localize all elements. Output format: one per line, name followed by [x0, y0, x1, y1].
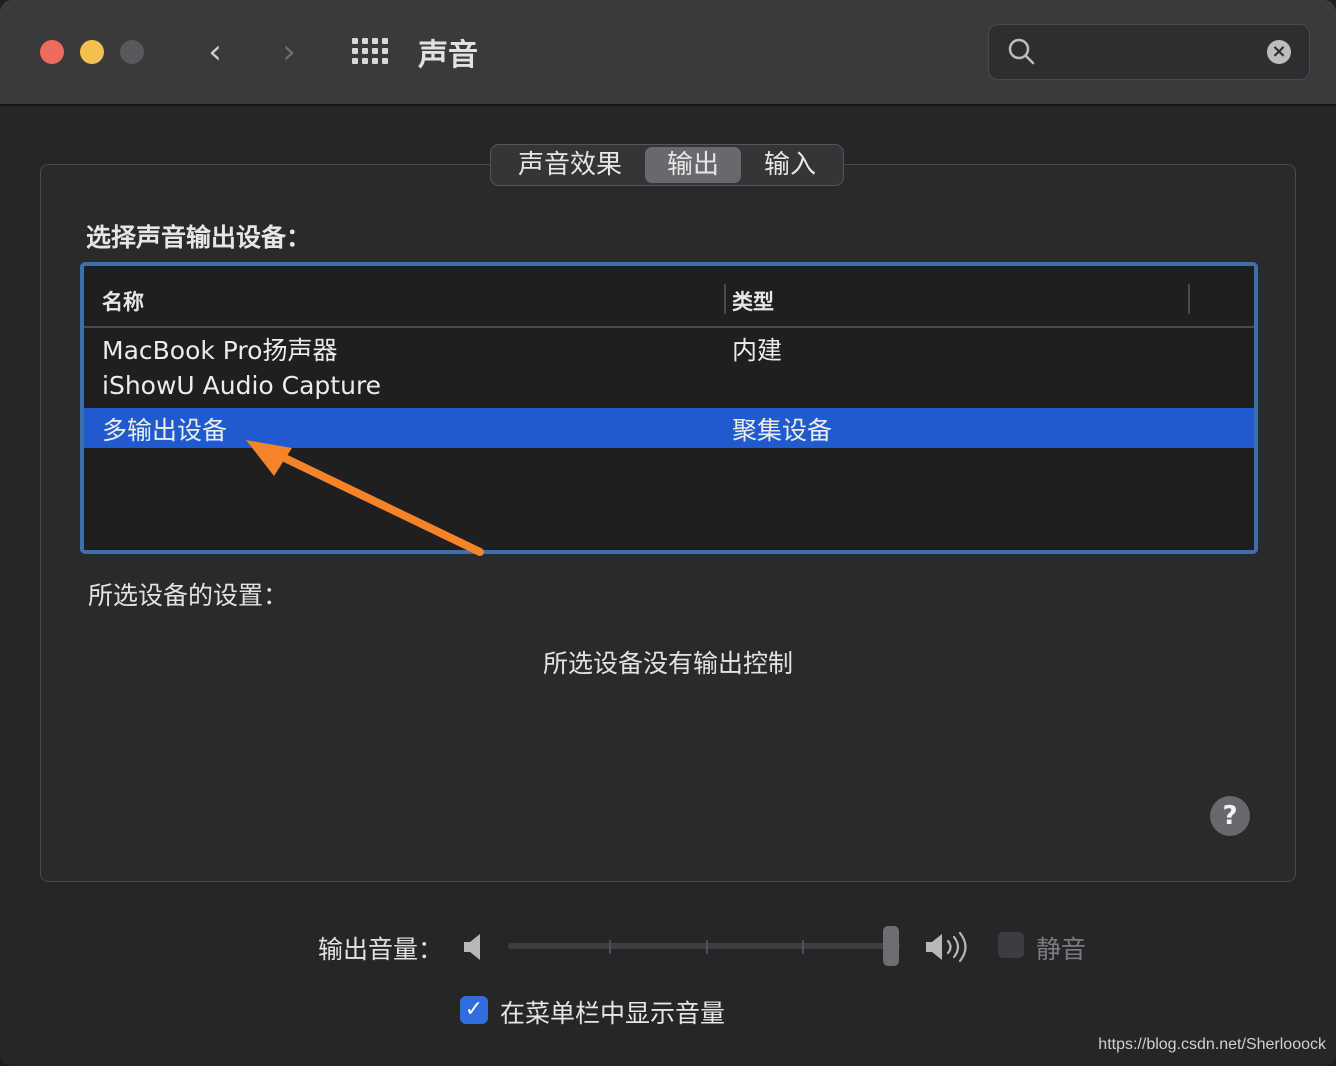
- show-volume-in-menubar-checkbox[interactable]: ✓: [460, 996, 488, 1024]
- column-header-type[interactable]: 类型: [732, 286, 774, 316]
- search-field[interactable]: ×: [988, 24, 1310, 80]
- device-name-cell: 多输出设备: [102, 416, 228, 445]
- selected-device-settings-label: 所选设备的设置：: [88, 581, 289, 610]
- device-type-cell: 内建: [732, 336, 783, 365]
- chevron-left-icon[interactable]: ‹: [200, 32, 230, 72]
- table-row[interactable]: iShowU Audio Capture: [84, 368, 1254, 408]
- tab-input[interactable]: 输入: [741, 147, 839, 183]
- mute-checkbox[interactable]: [998, 932, 1024, 958]
- device-type-cell: 聚集设备: [732, 416, 833, 445]
- system-preferences-window: ‹ › 声音 × 声音效果 输出 输入 选择声音输出设备： 名称 类型 MacB…: [0, 0, 1336, 1066]
- show-volume-in-menubar-label: 在菜单栏中显示音量: [500, 999, 726, 1028]
- speaker-low-icon: [464, 934, 480, 960]
- volume-slider-tick: [802, 940, 804, 954]
- table-row-selected[interactable]: 多输出设备 聚集设备: [84, 408, 1254, 448]
- tab-output[interactable]: 输出: [645, 147, 741, 183]
- volume-slider-track[interactable]: [508, 943, 900, 949]
- device-name-cell: iShowU Audio Capture: [102, 371, 382, 400]
- no-output-controls-message: 所选设备没有输出控制: [542, 649, 793, 678]
- volume-slider-tick: [706, 940, 708, 954]
- speaker-high-icon: [926, 931, 967, 963]
- close-window-button[interactable]: [40, 40, 64, 64]
- search-icon: [1008, 38, 1035, 65]
- output-volume-label: 输出音量：: [318, 935, 444, 964]
- title-bar: ‹ › 声音 ×: [0, 0, 1336, 106]
- tab-sound-effects[interactable]: 声音效果: [495, 147, 645, 183]
- clear-icon[interactable]: ×: [1267, 40, 1291, 64]
- mute-label: 静音: [1036, 935, 1087, 964]
- minimize-window-button[interactable]: [80, 40, 104, 64]
- search-input[interactable]: [1049, 35, 1253, 71]
- device-name-cell: MacBook Pro扬声器: [102, 336, 338, 365]
- column-divider[interactable]: [724, 284, 726, 314]
- table-row[interactable]: MacBook Pro扬声器 内建: [84, 328, 1254, 368]
- window-title: 声音: [418, 38, 478, 73]
- zoom-window-button[interactable]: [120, 40, 144, 64]
- column-header-name[interactable]: 名称: [102, 286, 144, 316]
- table-header: 名称 类型: [84, 266, 1254, 328]
- column-divider[interactable]: [1188, 284, 1190, 314]
- volume-slider-knob[interactable]: [883, 926, 899, 966]
- help-button[interactable]: ?: [1210, 796, 1250, 836]
- select-output-device-label: 选择声音输出设备：: [86, 223, 312, 252]
- chevron-right-icon[interactable]: ›: [274, 32, 304, 72]
- volume-slider-tick: [609, 940, 611, 954]
- segmented-tabs: 声音效果 输出 输入: [490, 144, 844, 186]
- grid-icon[interactable]: [352, 38, 390, 66]
- output-device-table[interactable]: 名称 类型 MacBook Pro扬声器 内建 iShowU Audio Cap…: [80, 262, 1258, 554]
- watermark: https://blog.csdn.net/Sherlooock: [1098, 1036, 1326, 1053]
